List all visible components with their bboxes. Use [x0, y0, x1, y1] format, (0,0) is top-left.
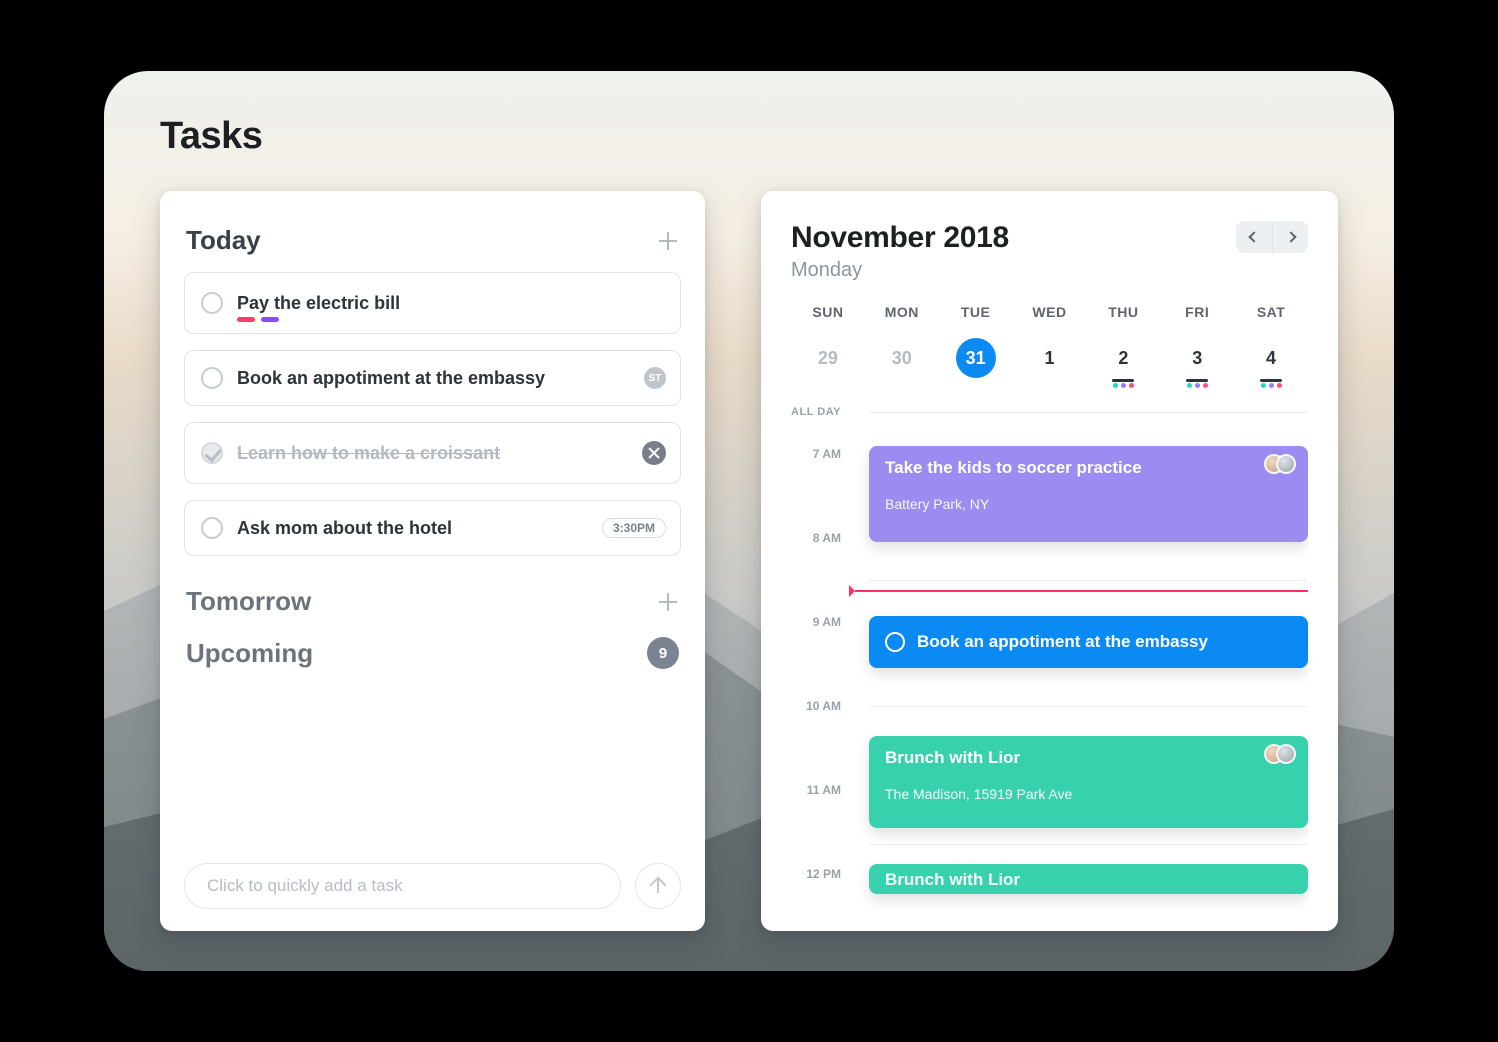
arrow-up-icon: [651, 879, 665, 893]
app-window: Tasks Today Pay the electric bill: [104, 71, 1394, 971]
date-event-dots: [1261, 383, 1282, 388]
event-soccer-practice[interactable]: Take the kids to soccer practice Battery…: [869, 446, 1308, 542]
prev-week-button[interactable]: [1236, 221, 1272, 253]
dow-label: SAT: [1234, 304, 1308, 320]
section-title-upcoming: Upcoming: [186, 638, 313, 669]
agenda: ALL DAY 7 AM 8 AM 9 AM 10 AM 11 AM 12 PM: [791, 404, 1308, 931]
section-title-tomorrow: Tomorrow: [186, 586, 311, 617]
current-time-indicator: [855, 590, 1308, 592]
date-cell[interactable]: 29: [808, 338, 848, 378]
date-cell[interactable]: 2: [1103, 338, 1143, 378]
next-week-button[interactable]: [1272, 221, 1308, 253]
add-task-today-button[interactable]: [657, 230, 679, 252]
quick-add-input[interactable]: [184, 863, 621, 909]
dow-label: SUN: [791, 304, 865, 320]
task-checkbox[interactable]: [201, 517, 223, 539]
page-title: Tasks: [160, 115, 262, 158]
dow-label: WED: [1013, 304, 1087, 320]
date-underline: [1112, 379, 1134, 382]
tag-dot-red: [237, 317, 255, 322]
quick-add-row: [184, 845, 681, 909]
dow-label: THU: [1086, 304, 1160, 320]
time-label: 9 AM: [813, 615, 841, 629]
chevron-right-icon: [1285, 231, 1296, 242]
calendar-header: November 2018 Monday: [791, 221, 1308, 282]
date-event-dots: [1187, 383, 1208, 388]
event-location: The Madison, 15919 Park Ave: [885, 786, 1292, 802]
date-number: 3: [1192, 348, 1202, 369]
event-attendees: [1272, 744, 1296, 764]
section-tomorrow: Tomorrow: [186, 586, 679, 617]
dow-label: TUE: [939, 304, 1013, 320]
event-brunch[interactable]: Brunch with Lior The Madison, 15919 Park…: [869, 736, 1308, 828]
columns: Today Pay the electric bill Book an appo…: [160, 191, 1338, 931]
date-number: 4: [1266, 348, 1276, 369]
task-title: Book an appotiment at the embassy: [237, 368, 630, 389]
time-label: 11 AM: [807, 783, 841, 797]
tag-dot-purple: [261, 317, 279, 322]
chevron-left-icon: [1248, 231, 1259, 242]
task-item[interactable]: Pay the electric bill: [184, 272, 681, 334]
task-title: Learn how to make a croissant: [237, 443, 628, 464]
event-attendees: [1272, 454, 1296, 474]
section-upcoming: Upcoming 9: [186, 637, 679, 669]
date-underline: [1260, 379, 1282, 382]
hour-divider: [869, 844, 1308, 845]
calendar-weekday: Monday: [791, 259, 1009, 282]
time-label: 10 AM: [806, 699, 841, 713]
task-title: Ask mom about the hotel: [237, 518, 588, 539]
time-label: 7 AM: [813, 447, 841, 461]
date-underline: [1186, 379, 1208, 382]
date-event-dots: [1113, 383, 1134, 388]
task-tags: [237, 317, 279, 322]
dow-label: FRI: [1160, 304, 1234, 320]
date-row: 29 30 31 1 2 3: [791, 338, 1308, 378]
task-ring-icon: [885, 632, 905, 652]
subtasks-badge: ST: [644, 367, 666, 389]
task-time-pill: 3:30PM: [602, 518, 666, 538]
event-brunch-2[interactable]: Brunch with Lior: [869, 864, 1308, 894]
calendar-title-block: November 2018 Monday: [791, 221, 1009, 282]
calendar-nav: [1236, 221, 1308, 253]
event-title: Take the kids to soccer practice: [885, 458, 1292, 478]
date-cell[interactable]: 4: [1251, 338, 1291, 378]
section-title-today: Today: [186, 225, 261, 256]
add-task-tomorrow-button[interactable]: [657, 591, 679, 613]
task-item[interactable]: Learn how to make a croissant: [184, 422, 681, 484]
task-checkbox[interactable]: [201, 292, 223, 314]
hour-divider: [869, 580, 1308, 581]
task-title: Pay the electric bill: [237, 293, 666, 314]
hour-divider: [869, 706, 1308, 707]
date-cell[interactable]: 1: [1029, 338, 1069, 378]
date-cell-selected[interactable]: 31: [956, 338, 996, 378]
date-cell[interactable]: 3: [1177, 338, 1217, 378]
task-checkbox[interactable]: [201, 367, 223, 389]
section-today: Today: [186, 225, 679, 256]
upcoming-count-badge: 9: [647, 637, 679, 669]
time-label: 12 PM: [806, 867, 841, 881]
event-title: Book an appotiment at the embassy: [917, 632, 1208, 652]
date-cell[interactable]: 30: [882, 338, 922, 378]
quick-add-submit-button[interactable]: [635, 863, 681, 909]
event-location: Battery Park, NY: [885, 496, 1292, 512]
event-embassy-appointment[interactable]: Book an appotiment at the embassy: [869, 616, 1308, 668]
date-number: 2: [1118, 348, 1128, 369]
all-day-label: ALL DAY: [791, 406, 853, 418]
task-item[interactable]: Ask mom about the hotel 3:30PM: [184, 500, 681, 556]
event-title: Brunch with Lior: [885, 748, 1292, 768]
calendar-panel: November 2018 Monday SUN MON TUE WED THU…: [761, 191, 1338, 931]
divider: [869, 412, 1308, 413]
calendar-month-year: November 2018: [791, 221, 1009, 255]
delete-task-button[interactable]: [642, 441, 666, 465]
tasks-panel: Today Pay the electric bill Book an appo…: [160, 191, 705, 931]
event-title: Brunch with Lior: [885, 870, 1292, 890]
dow-row: SUN MON TUE WED THU FRI SAT: [791, 304, 1308, 320]
task-checkbox-done[interactable]: [201, 442, 223, 464]
time-label: 8 AM: [813, 531, 841, 545]
dow-label: MON: [865, 304, 939, 320]
task-item[interactable]: Book an appotiment at the embassy ST: [184, 350, 681, 406]
